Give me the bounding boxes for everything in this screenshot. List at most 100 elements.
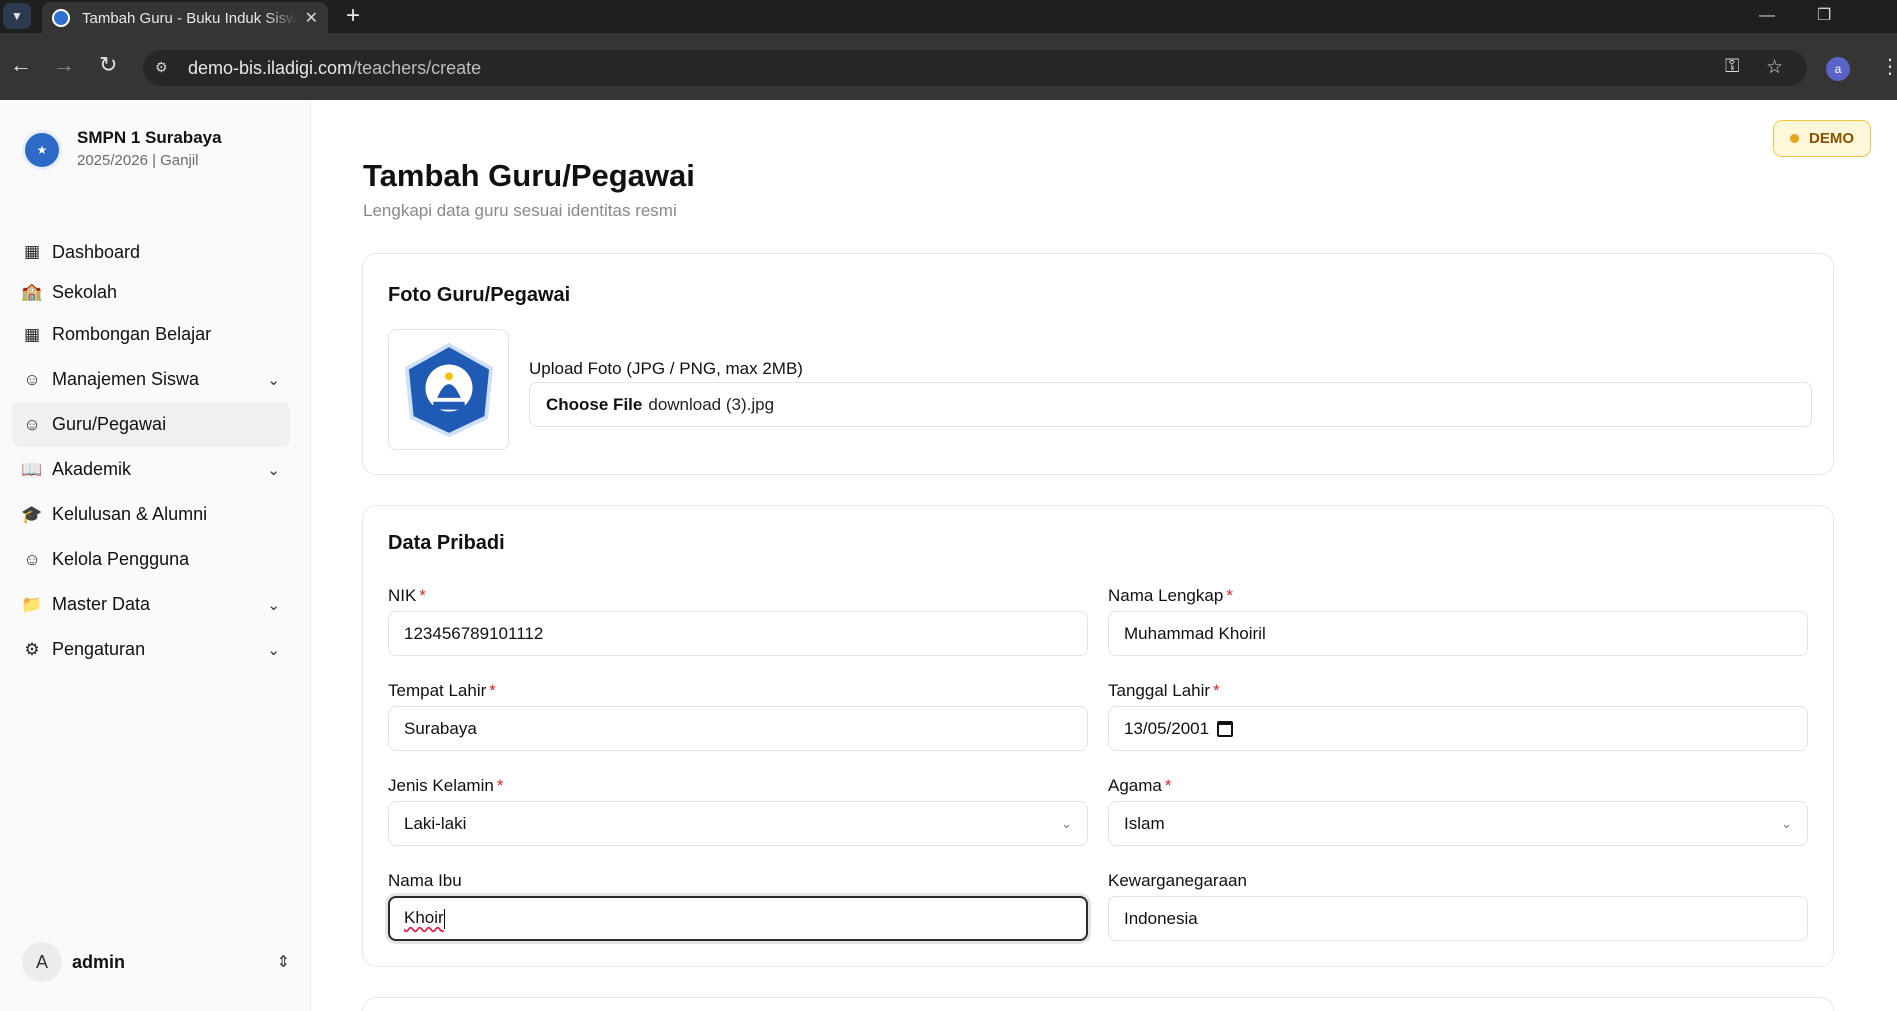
favicon-icon xyxy=(52,9,70,27)
sidebar-item-rombongan-belajar[interactable]: ▦ Rombongan Belajar xyxy=(12,312,290,357)
user-name: admin xyxy=(72,951,126,972)
photo-card: Foto Guru/Pegawai Upload Foto (JPG / PNG… xyxy=(362,253,1834,475)
nik-label: NIK * xyxy=(388,586,426,606)
required-mark: * xyxy=(1226,586,1233,605)
sidebar-item-kelola-pengguna[interactable]: ☺ Kelola Pengguna xyxy=(12,537,290,582)
tempat-lahir-label: Tempat Lahir * xyxy=(388,681,496,701)
sidebar-item-label: Guru/Pegawai xyxy=(52,414,167,434)
tut-wuri-logo-icon xyxy=(404,342,493,437)
calendar-icon[interactable] xyxy=(1217,720,1234,737)
chevrons-up-down-icon: ⇕ xyxy=(276,954,290,971)
user-menu[interactable]: A admin ⇕ xyxy=(22,942,290,982)
close-icon[interactable]: ✕ xyxy=(305,8,318,28)
tanggal-lahir-input[interactable]: 13/05/2001 xyxy=(1108,706,1808,751)
choose-file-button[interactable]: Choose File xyxy=(546,395,642,415)
page-title: Tambah Guru/Pegawai xyxy=(363,158,695,193)
browser-tab-bar: ▼ Tambah Guru - Buku Induk Siswa ✕ + — ❐ xyxy=(0,0,1897,34)
nama-lengkap-label: Nama Lengkap * xyxy=(1108,586,1233,606)
grid-icon: ▦ xyxy=(23,242,41,261)
main-content: DEMO Tambah Guru/Pegawai Lengkapi data g… xyxy=(311,100,1897,1011)
forward-arrow-icon[interactable]: → xyxy=(53,51,75,79)
demo-badge-label: DEMO xyxy=(1809,130,1854,147)
tempat-lahir-input[interactable]: Surabaya xyxy=(388,706,1088,751)
user-cog-icon: ☺ xyxy=(23,549,41,569)
sidebar-item-label: Akademik xyxy=(52,459,132,479)
browser-toolbar: ← → ↻ ⚙ demo-bis.iladigi.com/teachers/cr… xyxy=(0,33,1897,100)
sidebar-item-label: Rombongan Belajar xyxy=(52,324,212,344)
sidebar-item-sekolah[interactable]: 🏫 Sekolah xyxy=(12,272,290,312)
chevron-down-icon: ⌄ xyxy=(1781,815,1792,831)
address-bar[interactable]: ⚙ demo-bis.iladigi.com/teachers/create ⚿… xyxy=(143,50,1807,86)
chevron-down-icon: ⌄ xyxy=(267,596,280,614)
chevron-down-icon: ⌄ xyxy=(1061,815,1072,831)
nama-ibu-input[interactable]: Khoir xyxy=(388,896,1088,941)
site-info-icon[interactable]: ⚙ xyxy=(155,59,168,76)
user-icon: ☺ xyxy=(23,414,41,434)
user-icon: ☺ xyxy=(23,369,41,389)
text-caret xyxy=(443,908,445,929)
agama-select[interactable]: Islam ⌄ xyxy=(1108,801,1808,846)
chevron-down-icon: ⌄ xyxy=(267,461,280,479)
sidebar-item-manajemen-siswa[interactable]: ☺ Manajemen Siswa ⌄ xyxy=(12,357,290,402)
sidebar-item-akademik[interactable]: 📖 Akademik ⌄ xyxy=(12,447,290,492)
url-host: demo-bis.iladigi.com xyxy=(188,58,353,78)
next-section-card xyxy=(362,997,1834,1011)
minimize-icon[interactable]: — xyxy=(1759,2,1775,30)
jenis-kelamin-select[interactable]: Laki-laki ⌄ xyxy=(388,801,1088,846)
photo-file-input[interactable]: Choose File download (3).jpg xyxy=(529,382,1812,427)
nik-label-text: NIK xyxy=(388,586,417,605)
sidebar-item-master-data[interactable]: 📁 Master Data ⌄ xyxy=(12,582,290,627)
page-subtitle: Lengkapi data guru sesuai identitas resm… xyxy=(363,201,677,220)
star-icon[interactable]: ☆ xyxy=(1766,56,1783,79)
school-year: 2025/2026 | Ganjil xyxy=(77,152,199,169)
kewarganegaraan-value: Indonesia xyxy=(1124,908,1198,928)
tab-title: Tambah Guru - Buku Induk Siswa xyxy=(82,9,297,27)
jenis-kelamin-label: Jenis Kelamin * xyxy=(388,776,503,796)
upload-label: Upload Foto (JPG / PNG, max 2MB) xyxy=(529,359,803,378)
sidebar-item-pengaturan[interactable]: ⚙ Pengaturan ⌄ xyxy=(12,627,290,672)
nik-value: 123456789101112 xyxy=(404,623,544,643)
nama-lengkap-input[interactable]: Muhammad Khoiril xyxy=(1108,611,1808,656)
kewarganegaraan-label: Kewarganegaraan xyxy=(1108,871,1247,890)
tempat-lahir-value: Surabaya xyxy=(404,718,477,738)
sidebar-item-label: Pengaturan xyxy=(52,639,146,659)
sidebar-item-label: Master Data xyxy=(52,594,151,614)
tempat-lahir-label-text: Tempat Lahir xyxy=(388,681,487,700)
grid-icon: ▦ xyxy=(23,324,41,344)
new-tab-button[interactable]: + xyxy=(346,2,360,30)
sidebar-item-label: Dashboard xyxy=(52,241,141,262)
graduation-cap-icon: 🎓 xyxy=(21,504,43,524)
sidebar-item-label: Sekolah xyxy=(52,281,118,302)
sidebar-nav: ▦ Dashboard 🏫 Sekolah ▦ Rombongan Belaja… xyxy=(12,232,290,672)
required-mark: * xyxy=(1213,681,1220,700)
chevron-down-icon: ⌄ xyxy=(267,641,280,659)
browser-tab[interactable]: Tambah Guru - Buku Induk Siswa ✕ xyxy=(42,2,328,34)
agama-value: Islam xyxy=(1124,813,1165,833)
school-name: SMPN 1 Surabaya xyxy=(77,128,222,147)
book-icon: 📖 xyxy=(21,459,43,479)
key-icon[interactable]: ⚿ xyxy=(1725,56,1739,78)
personal-data-card: Data Pribadi NIK * 123456789101112 Nama L… xyxy=(362,505,1834,967)
chevron-down-icon: ⌄ xyxy=(267,371,280,389)
sidebar-item-label: Kelola Pengguna xyxy=(52,549,190,569)
profile-avatar[interactable]: a xyxy=(1826,57,1850,81)
nama-ibu-value: Khoir xyxy=(404,908,444,928)
sidebar-item-kelulusan-alumni[interactable]: 🎓 Kelulusan & Alumni xyxy=(12,492,290,537)
sidebar: ★ SMPN 1 Surabaya 2025/2026 | Ganjil ▦ D… xyxy=(0,100,311,1011)
photo-preview xyxy=(388,329,509,450)
nik-input[interactable]: 123456789101112 xyxy=(388,611,1088,656)
sidebar-item-guru-pegawai[interactable]: ☺ Guru/Pegawai xyxy=(12,402,290,447)
kewarganegaraan-input[interactable]: Indonesia xyxy=(1108,896,1808,941)
sidebar-item-label: Kelulusan & Alumni xyxy=(52,504,208,524)
jenis-kelamin-value: Laki-laki xyxy=(404,813,467,833)
required-mark: * xyxy=(1164,776,1172,795)
sidebar-item-dashboard[interactable]: ▦ Dashboard xyxy=(12,232,290,272)
tab-search-button[interactable]: ▼ xyxy=(3,3,31,29)
avatar: A xyxy=(22,942,62,982)
more-menu-icon[interactable]: ⋮ xyxy=(1880,54,1897,79)
restore-icon[interactable]: ❐ xyxy=(1817,2,1831,30)
reload-icon[interactable]: ↻ xyxy=(99,51,117,79)
file-name: download (3).jpg xyxy=(648,394,775,414)
required-mark: * xyxy=(496,776,504,795)
back-arrow-icon[interactable]: ← xyxy=(10,51,32,79)
